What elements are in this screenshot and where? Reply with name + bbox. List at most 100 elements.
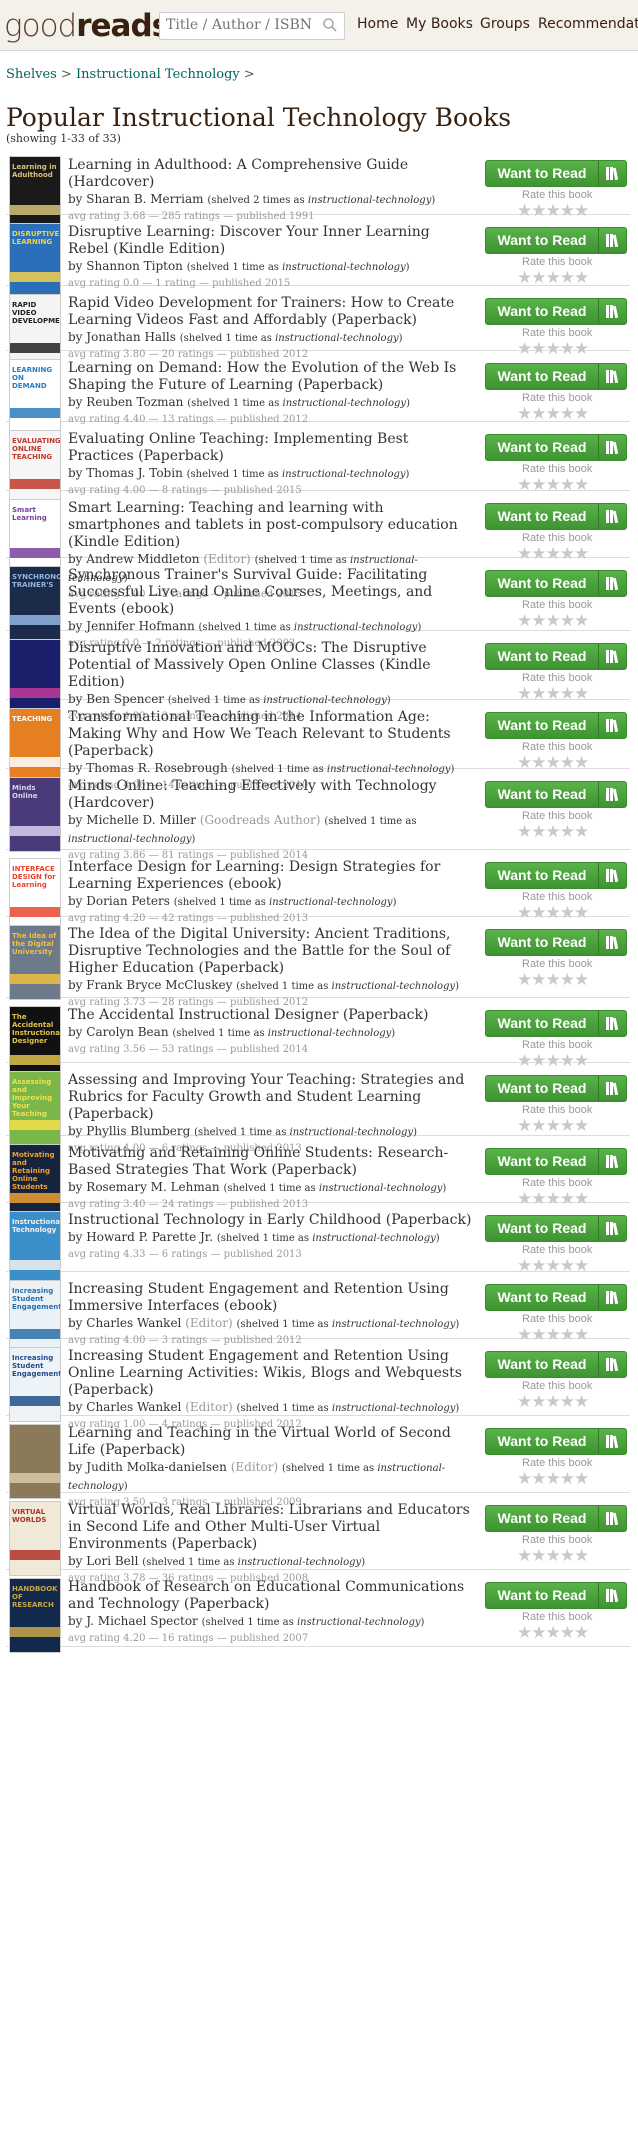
want-to-read-label[interactable]: Want to Read xyxy=(486,863,598,888)
book-title-link[interactable]: Learning and Teaching in the Virtual Wor… xyxy=(68,1425,451,1458)
star-rating-widget[interactable]: ★★★★★ xyxy=(517,406,589,423)
author-link[interactable]: Sharan B. Merriam xyxy=(86,192,203,206)
want-to-read-label[interactable]: Want to Read xyxy=(486,644,598,669)
want-to-read-button[interactable]: Want to Read xyxy=(485,298,627,325)
author-link[interactable]: Howard P. Parette Jr. xyxy=(86,1230,213,1244)
book-cover[interactable]: HANDBOOK OF RESEARCH xyxy=(9,1578,61,1653)
book-title-link[interactable]: The Idea of the Digital University: Anci… xyxy=(68,926,451,976)
book-title-link[interactable]: Synchronous Trainer's Survival Guide: Fa… xyxy=(68,567,432,617)
star-rating-widget[interactable]: ★★★★★ xyxy=(517,270,589,287)
want-to-read-button[interactable]: Want to Read xyxy=(485,1148,627,1175)
want-to-read-label[interactable]: Want to Read xyxy=(486,1583,598,1608)
book-title-link[interactable]: Motivating and Retaining Online Students… xyxy=(68,1145,448,1178)
book-title-link[interactable]: Learning in Adulthood: A Comprehensive G… xyxy=(68,157,408,190)
book-cover[interactable]: SYNCHRONOUS TRAINER'S xyxy=(9,566,61,641)
want-to-read-button[interactable]: Want to Read xyxy=(485,1505,627,1532)
book-title-link[interactable]: Increasing Student Engagement and Retent… xyxy=(68,1348,462,1398)
want-to-read-button[interactable]: Want to Read xyxy=(485,160,627,187)
want-to-read-button[interactable]: Want to Read xyxy=(485,227,627,254)
want-to-read-button[interactable]: Want to Read xyxy=(485,1215,627,1242)
want-to-read-label[interactable]: Want to Read xyxy=(486,1216,598,1241)
want-to-read-label[interactable]: Want to Read xyxy=(486,1352,598,1377)
book-title-link[interactable]: Transformational Teaching in the Informa… xyxy=(68,709,451,759)
shelf-dropdown-icon[interactable] xyxy=(599,644,626,669)
book-title-link[interactable]: Handbook of Research on Educational Comm… xyxy=(68,1579,464,1612)
want-to-read-button[interactable]: Want to Read xyxy=(485,712,627,739)
shelf-dropdown-icon[interactable] xyxy=(599,1149,626,1174)
nav-my-books[interactable]: My Books xyxy=(406,16,473,32)
want-to-read-label[interactable]: Want to Read xyxy=(486,782,598,807)
want-to-read-label[interactable]: Want to Read xyxy=(486,1149,598,1174)
shelf-dropdown-icon[interactable] xyxy=(599,504,626,529)
nav-groups[interactable]: Groups xyxy=(480,16,530,32)
book-title-link[interactable]: Disruptive Innovation and MOOCs: The Dis… xyxy=(68,640,431,690)
want-to-read-label[interactable]: Want to Read xyxy=(486,1506,598,1531)
want-to-read-label[interactable]: Want to Read xyxy=(486,435,598,460)
want-to-read-button[interactable]: Want to Read xyxy=(485,363,627,390)
author-link[interactable]: Rosemary M. Lehman xyxy=(86,1180,219,1194)
star-rating-widget[interactable]: ★★★★★ xyxy=(517,1118,589,1135)
nav-recommendations[interactable]: Recommendations xyxy=(538,16,638,32)
want-to-read-button[interactable]: Want to Read xyxy=(485,781,627,808)
shelf-dropdown-icon[interactable] xyxy=(599,1285,626,1310)
star-rating-widget[interactable]: ★★★★★ xyxy=(517,1471,589,1488)
want-to-read-label[interactable]: Want to Read xyxy=(486,228,598,253)
shelf-dropdown-icon[interactable] xyxy=(599,1011,626,1036)
want-to-read-label[interactable]: Want to Read xyxy=(486,1285,598,1310)
book-cover[interactable] xyxy=(9,1424,61,1499)
want-to-read-button[interactable]: Want to Read xyxy=(485,1010,627,1037)
want-to-read-label[interactable]: Want to Read xyxy=(486,504,598,529)
author-link[interactable]: Michelle D. Miller xyxy=(86,813,196,827)
want-to-read-button[interactable]: Want to Read xyxy=(485,570,627,597)
search-icon[interactable] xyxy=(322,17,338,37)
book-cover[interactable]: VIRTUAL WORLDS xyxy=(9,1501,61,1576)
author-link[interactable]: Dorian Peters xyxy=(86,894,170,908)
book-title-link[interactable]: Disruptive Learning: Discover Your Inner… xyxy=(68,224,430,257)
star-rating-widget[interactable]: ★★★★★ xyxy=(517,613,589,630)
want-to-read-label[interactable]: Want to Read xyxy=(486,364,598,389)
book-title-link[interactable]: Evaluating Online Teaching: Implementing… xyxy=(68,431,408,464)
want-to-read-button[interactable]: Want to Read xyxy=(485,434,627,461)
star-rating-widget[interactable]: ★★★★★ xyxy=(517,824,589,841)
shelf-dropdown-icon[interactable] xyxy=(599,930,626,955)
book-title-link[interactable]: Rapid Video Development for Trainers: Ho… xyxy=(68,295,454,328)
goodreads-logo[interactable]: goodreads xyxy=(4,8,170,44)
star-rating-widget[interactable]: ★★★★★ xyxy=(517,1548,589,1565)
shelf-dropdown-icon[interactable] xyxy=(599,299,626,324)
shelf-dropdown-icon[interactable] xyxy=(599,435,626,460)
author-link[interactable]: Charles Wankel xyxy=(86,1316,181,1330)
book-title-link[interactable]: Minds Online: Teaching Effectively with … xyxy=(68,778,437,811)
author-link[interactable]: Lori Bell xyxy=(86,1554,138,1568)
shelf-dropdown-icon[interactable] xyxy=(599,364,626,389)
want-to-read-label[interactable]: Want to Read xyxy=(486,1076,598,1101)
book-title-link[interactable]: Virtual Worlds, Real Libraries: Libraria… xyxy=(68,1502,470,1552)
shelf-dropdown-icon[interactable] xyxy=(599,571,626,596)
author-link[interactable]: Jonathan Halls xyxy=(86,330,176,344)
book-title-link[interactable]: Interface Design for Learning: Design St… xyxy=(68,859,440,892)
want-to-read-button[interactable]: Want to Read xyxy=(485,1351,627,1378)
shelf-dropdown-icon[interactable] xyxy=(599,782,626,807)
author-link[interactable]: Reuben Tozman xyxy=(86,395,183,409)
want-to-read-button[interactable]: Want to Read xyxy=(485,1284,627,1311)
nav-home[interactable]: Home xyxy=(357,16,398,32)
want-to-read-label[interactable]: Want to Read xyxy=(486,571,598,596)
want-to-read-button[interactable]: Want to Read xyxy=(485,1582,627,1609)
book-title-link[interactable]: Increasing Student Engagement and Retent… xyxy=(68,1281,449,1314)
shelf-dropdown-icon[interactable] xyxy=(599,1429,626,1454)
shelf-dropdown-icon[interactable] xyxy=(599,863,626,888)
star-rating-widget[interactable]: ★★★★★ xyxy=(517,1625,589,1642)
want-to-read-button[interactable]: Want to Read xyxy=(485,643,627,670)
want-to-read-label[interactable]: Want to Read xyxy=(486,1429,598,1454)
book-title-link[interactable]: The Accidental Instructional Designer (P… xyxy=(68,1007,428,1023)
want-to-read-label[interactable]: Want to Read xyxy=(486,930,598,955)
want-to-read-button[interactable]: Want to Read xyxy=(485,862,627,889)
shelf-dropdown-icon[interactable] xyxy=(599,228,626,253)
book-cover[interactable]: Minds Online xyxy=(9,777,61,852)
book-cover[interactable]: Assessing and Improving Your Teaching xyxy=(9,1071,61,1146)
breadcrumb-current[interactable]: Instructional Technology xyxy=(76,67,240,82)
want-to-read-label[interactable]: Want to Read xyxy=(486,713,598,738)
book-title-link[interactable]: Assessing and Improving Your Teaching: S… xyxy=(68,1072,464,1122)
shelf-dropdown-icon[interactable] xyxy=(599,1583,626,1608)
author-link[interactable]: Charles Wankel xyxy=(86,1400,181,1414)
want-to-read-label[interactable]: Want to Read xyxy=(486,1011,598,1036)
